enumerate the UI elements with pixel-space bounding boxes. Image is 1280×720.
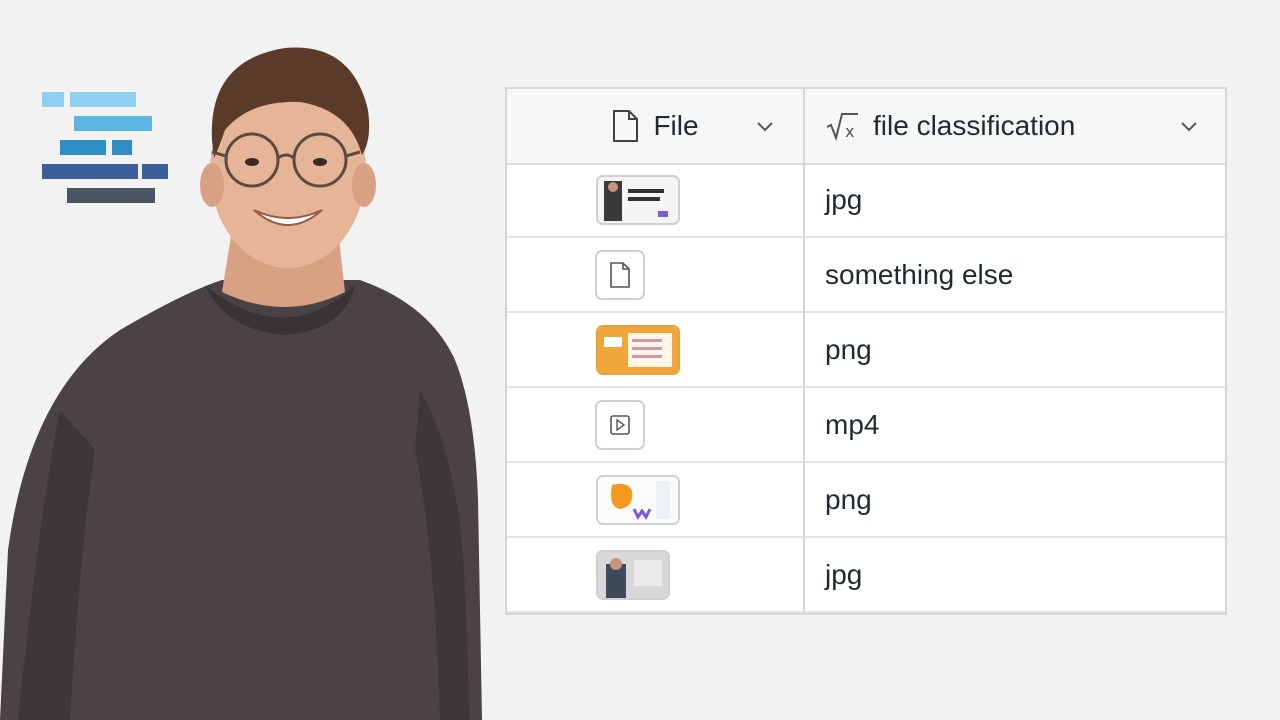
table-header: File x file classification xyxy=(507,89,1225,165)
classification-cell[interactable]: something else xyxy=(805,238,1013,311)
file-cell[interactable] xyxy=(507,388,803,461)
image-thumbnail[interactable] xyxy=(596,549,670,600)
chevron-down-icon[interactable] xyxy=(755,116,775,136)
classification-cell[interactable]: jpg xyxy=(805,538,862,611)
image-thumbnail[interactable] xyxy=(596,324,680,375)
file-cell[interactable] xyxy=(507,538,803,611)
file-icon[interactable] xyxy=(595,249,645,300)
file-cell[interactable] xyxy=(507,238,803,311)
file-cell[interactable] xyxy=(507,463,803,536)
table-row[interactable]: jpg xyxy=(507,163,1225,238)
table-row[interactable]: png xyxy=(507,463,1225,538)
table-row[interactable]: something else xyxy=(507,238,1225,313)
table-row[interactable]: png xyxy=(507,313,1225,388)
classification-cell[interactable]: mp4 xyxy=(805,388,879,461)
classification-cell[interactable]: png xyxy=(805,313,872,386)
formula-icon: x xyxy=(825,111,859,141)
column-header-file-classification[interactable]: x file classification xyxy=(805,89,1225,163)
files-table: File x file classification jpg something… xyxy=(505,87,1227,615)
image-thumbnail[interactable] xyxy=(596,474,680,525)
svg-text:x: x xyxy=(845,122,854,141)
chevron-down-icon[interactable] xyxy=(1179,116,1199,136)
classification-cell[interactable]: png xyxy=(805,463,872,536)
presenter-photo xyxy=(0,47,482,720)
video-file-icon[interactable] xyxy=(595,399,645,450)
table-row[interactable]: mp4 xyxy=(507,388,1225,463)
table-row[interactable]: jpg xyxy=(507,538,1225,613)
file-cell[interactable] xyxy=(507,163,803,236)
file-icon xyxy=(611,109,639,143)
classification-cell[interactable]: jpg xyxy=(805,163,862,236)
image-thumbnail[interactable] xyxy=(596,174,680,225)
file-cell[interactable] xyxy=(507,313,803,386)
column-divider xyxy=(803,89,805,613)
column-label: File xyxy=(653,110,699,141)
column-label: file classification xyxy=(873,110,1076,141)
